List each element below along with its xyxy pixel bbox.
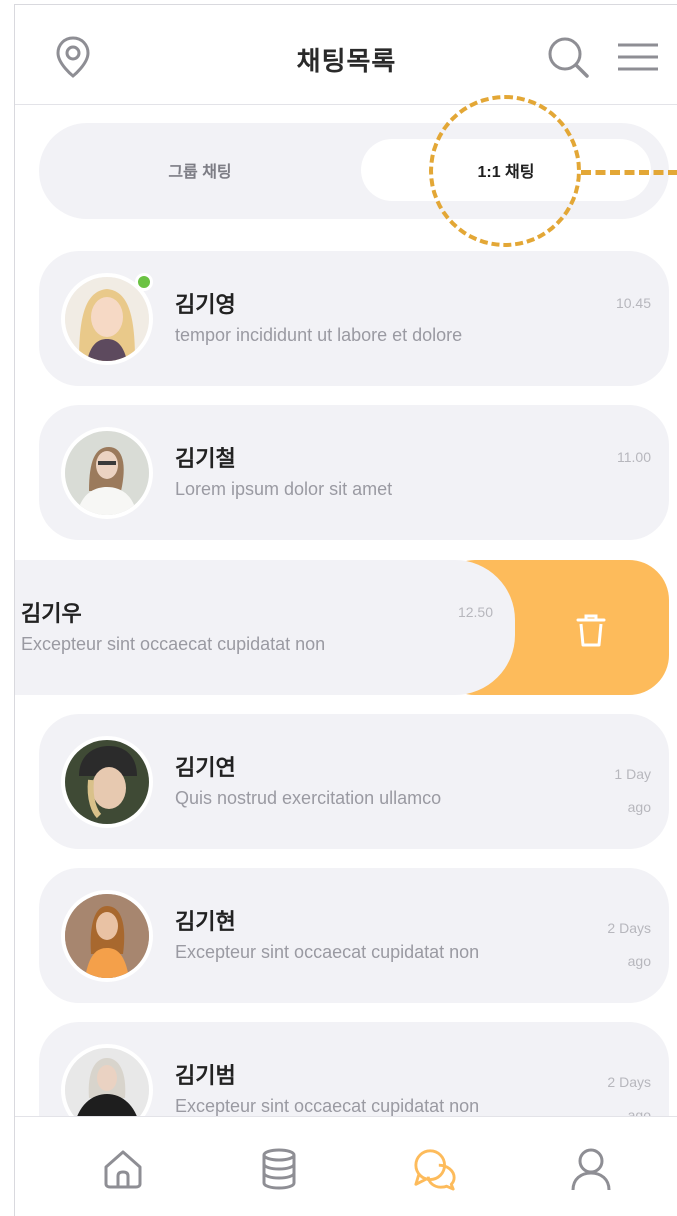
chat-list-item[interactable]: 김기현 Excepteur sint occaecat cupidatat no… — [39, 868, 669, 1003]
message-time: 1 Day ago — [614, 766, 651, 815]
message-preview: tempor incididunt ut labore et dolore — [175, 325, 463, 345]
contact-name: 김기연 — [175, 755, 236, 780]
home-icon[interactable] — [101, 1145, 145, 1193]
trash-icon[interactable] — [573, 612, 609, 648]
highlight-annotation-circle — [429, 95, 581, 247]
search-icon[interactable] — [545, 33, 591, 81]
avatar — [61, 427, 153, 519]
database-icon[interactable] — [257, 1145, 301, 1193]
avatar — [61, 890, 153, 982]
header: 채팅목록 — [15, 5, 677, 105]
chat-bubbles-icon[interactable] — [413, 1145, 457, 1193]
highlight-annotation-line — [581, 170, 677, 175]
bottom-navigation — [15, 1116, 677, 1216]
message-time: 10.45 — [615, 295, 651, 311]
message-preview: Excepteur sint occaecat cupidatat non — [175, 942, 480, 962]
message-preview: Excepteur sint occaecat cupidatat non — [21, 634, 326, 654]
message-preview: Quis nostrud exercitation ullamco — [175, 788, 442, 808]
chat-list-item[interactable]: 김기철 Lorem ipsum dolor sit amet 11.00 — [39, 405, 669, 540]
message-time: 12.50 — [457, 604, 493, 620]
chat-list-item[interactable]: 김기연 Quis nostrud exercitation ullamco 1 … — [39, 714, 669, 849]
contact-name: 김기우 — [21, 601, 82, 626]
menu-icon[interactable] — [615, 37, 661, 77]
contact-name: 김기현 — [175, 909, 236, 934]
message-preview: Excepteur sint occaecat cupidatat non — [175, 1096, 480, 1116]
chat-list-item[interactable]: 김기우 Excepteur sint occaecat cupidatat no… — [15, 560, 515, 695]
contact-name: 김기범 — [175, 1063, 236, 1088]
swiped-chat-item[interactable]: 김기우 Excepteur sint occaecat cupidatat no… — [15, 560, 669, 695]
tab-group-chat[interactable]: 그룹 채팅 — [39, 139, 361, 201]
avatar — [61, 736, 153, 828]
online-status-dot — [135, 273, 153, 291]
message-time: 2 Days ago — [607, 920, 651, 969]
app-screen: 채팅목록 그룹 채팅 1:1 채팅 김기영 tempor incididunt … — [14, 4, 677, 1216]
contact-name: 김기영 — [175, 292, 236, 317]
message-time: 11.00 — [617, 449, 651, 465]
chat-list-item[interactable]: 김기영 tempor incididunt ut labore et dolor… — [39, 251, 669, 386]
message-preview: Lorem ipsum dolor sit amet — [175, 479, 393, 499]
user-icon[interactable] — [569, 1145, 613, 1193]
contact-name: 김기철 — [175, 446, 236, 471]
